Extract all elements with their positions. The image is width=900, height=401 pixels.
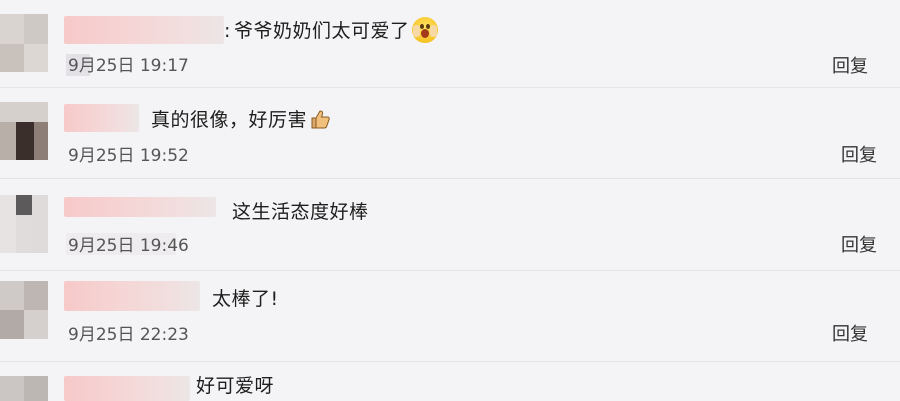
- reply-button[interactable]: 回复: [841, 145, 877, 167]
- username-blurred[interactable]: [64, 16, 224, 44]
- comment-item: 真的很像，好厉害 9月25日 19:52 回复: [0, 88, 900, 179]
- comment-item: 这生活态度好棒 9月25日 19:46 回复: [0, 179, 900, 271]
- reply-button[interactable]: 回复: [832, 324, 868, 346]
- comment-item: : 爷爷奶奶们太可爱了 9月25日 19:17 回复: [0, 0, 900, 88]
- username-blurred[interactable]: [64, 281, 200, 311]
- username-blurred[interactable]: [64, 376, 190, 401]
- screaming-face-emoji-icon: [411, 16, 438, 43]
- comment-item: 太棒了! 9月25日 22:23 回复: [0, 271, 900, 362]
- avatar[interactable]: [0, 102, 48, 160]
- comment-timestamp: 9月25日 19:52: [68, 146, 189, 166]
- reply-button[interactable]: 回复: [832, 56, 868, 78]
- comment-text: 爷爷奶奶们太可爱了: [234, 16, 438, 45]
- comment-text: 太棒了!: [212, 288, 279, 310]
- avatar[interactable]: [0, 195, 48, 253]
- username-blurred[interactable]: [64, 197, 216, 217]
- comment-text: 好可爱呀: [196, 375, 275, 397]
- comment-timestamp: 9月25日 22:23: [68, 325, 189, 345]
- comment-text-prefix: :: [224, 20, 231, 42]
- thumbs-up-icon: [309, 108, 331, 130]
- avatar[interactable]: [0, 281, 48, 339]
- comment-text: 这生活态度好棒: [232, 201, 369, 223]
- comment-timestamp: 9月25日 19:17: [68, 56, 189, 76]
- avatar[interactable]: [0, 14, 48, 72]
- comment-text: 真的很像，好厉害: [151, 107, 331, 133]
- avatar[interactable]: [0, 376, 48, 401]
- username-blurred[interactable]: [64, 104, 139, 132]
- comment-timestamp: 9月25日 19:46: [68, 236, 189, 256]
- comment-item: 好可爱呀: [0, 362, 900, 401]
- reply-button[interactable]: 回复: [841, 235, 877, 257]
